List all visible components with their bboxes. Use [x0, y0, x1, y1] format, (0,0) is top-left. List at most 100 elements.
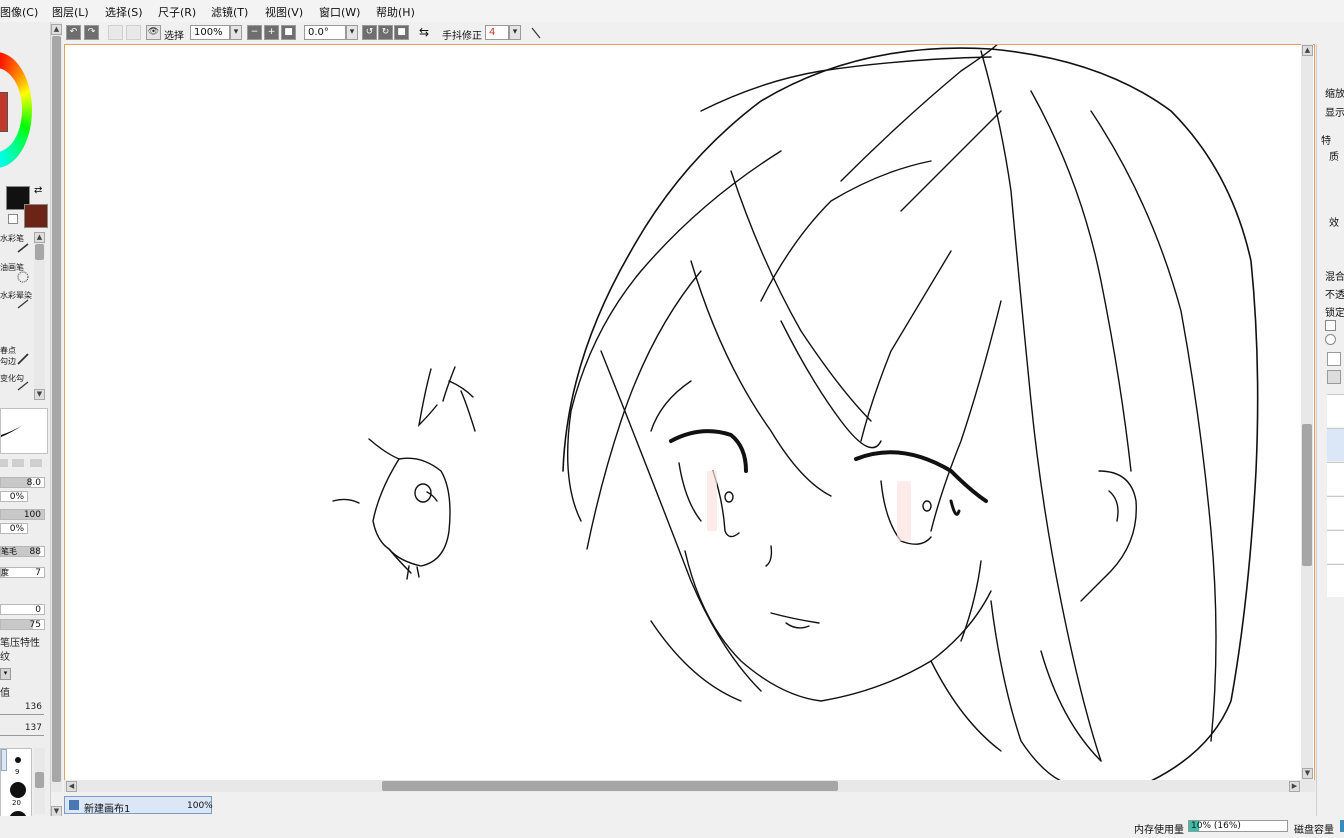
scroll-left-icon[interactable]: ◀ [66, 781, 77, 792]
memory-usage-label: 内存使用量 [1134, 825, 1184, 836]
menu-select[interactable]: 选择(S) [105, 4, 143, 20]
blend-mode-label: 混合 [1325, 272, 1344, 283]
layer-row-active[interactable] [1327, 428, 1344, 461]
stabilizer-field[interactable]: 4 [485, 25, 509, 40]
zoom-reset-icon[interactable]: ■ [281, 25, 296, 40]
min-size-slider[interactable]: 0% [0, 491, 28, 502]
bristle-slider[interactable]: 88 笔毛 [0, 546, 45, 557]
menu-filter[interactable]: 滤镜(T) [211, 4, 248, 20]
scroll-up-icon[interactable]: ▲ [34, 232, 45, 243]
canvas-tab-zoom: 100% [187, 801, 213, 811]
stabilizer-dropdown-icon[interactable]: ▾ [509, 25, 521, 40]
navigator-layer-panel: 缩放 显示 特 质 效 混合 不透 锁定 [1316, 44, 1344, 838]
layer-row[interactable] [1327, 496, 1344, 529]
scroll-up-icon[interactable]: ▲ [1302, 45, 1313, 56]
rotation-dropdown-icon[interactable]: ▾ [346, 25, 358, 40]
menu-layer[interactable]: 图层(L) [52, 4, 89, 20]
redo-icon[interactable]: ↷ [84, 25, 99, 40]
value-137: 137 [24, 723, 42, 733]
straight-line-icon[interactable] [530, 26, 542, 40]
toolbar: ↶ ↷ 👁 选择 100% ▾ − + ■ 0.0° ▾ ↺ ↻ ■ ⇆ 手抖修… [62, 22, 1344, 44]
scroll-right-icon[interactable]: ▶ [1289, 781, 1300, 792]
undo-icon[interactable]: ↶ [66, 25, 81, 40]
rotate-reset-icon[interactable]: ■ [394, 25, 409, 40]
tool-list-scrollbar[interactable] [34, 232, 45, 396]
texture-strength-slider[interactable]: 7度 [0, 567, 45, 578]
option-radio[interactable] [1325, 334, 1336, 345]
density-slider[interactable]: 100 [0, 509, 45, 520]
quality-label: 质 [1329, 152, 1339, 163]
menu-image[interactable]: 图像(C) [0, 4, 38, 20]
color-wheel[interactable] [0, 52, 32, 168]
disk-capacity-label: 磁盘容量 [1294, 825, 1334, 836]
brush-size-slider[interactable]: 8.0 [0, 477, 45, 488]
deselect-button[interactable] [108, 25, 123, 40]
scroll-down-icon[interactable]: ▼ [1302, 768, 1313, 779]
menu-window[interactable]: 窗口(W) [319, 4, 360, 20]
rotate-right-icon[interactable]: ↻ [378, 25, 393, 40]
pressure-label[interactable]: 笔压特性 [0, 634, 40, 649]
layer-folder-icon[interactable] [1327, 370, 1341, 384]
value-136: 136 [24, 702, 42, 712]
tool-item-label[interactable]: 春点 [0, 345, 16, 356]
canvas-thumbnail-icon [69, 800, 79, 810]
menu-view[interactable]: 视图(V) [265, 4, 303, 20]
opacity-label: 不透 [1325, 290, 1344, 301]
stabilizer-label: 手抖修正 [442, 31, 482, 42]
canvas-tab-name: 新建画布1 [84, 804, 131, 815]
layer-row[interactable] [1327, 530, 1344, 563]
menu-help[interactable]: 帮助(H) [376, 4, 415, 20]
memory-usage-bar: 10% (16%) [1188, 820, 1288, 832]
marker-icon [17, 381, 29, 391]
transparent-color-icon[interactable] [8, 214, 18, 224]
flip-icon[interactable]: ⇆ [419, 25, 429, 39]
dropdown-icon[interactable]: ▾ [0, 668, 11, 680]
zoom-in-icon[interactable]: + [264, 25, 279, 40]
new-layer-icon[interactable] [1327, 352, 1341, 366]
scroll-up-icon[interactable]: ▲ [51, 24, 62, 35]
eye-icon[interactable]: 👁 [146, 25, 161, 40]
pencil-icon [17, 299, 29, 309]
lock-checkbox[interactable] [1325, 320, 1336, 331]
brush-size-scrollbar[interactable] [34, 748, 45, 814]
layer-row[interactable] [1327, 394, 1344, 427]
effect-label: 效 [1329, 218, 1339, 229]
select-label: 选择 [164, 31, 184, 42]
canvas-horizontal-scrollbar[interactable] [64, 780, 1315, 792]
rotation-field[interactable]: 0.0° [304, 25, 346, 40]
zoom-dropdown-icon[interactable]: ▾ [230, 25, 242, 40]
effects-section-label[interactable]: 特 [1321, 132, 1331, 147]
tool-item-label[interactable]: 勾边 [0, 356, 16, 367]
status-bar: 内存使用量 10% (16%) 磁盘容量 [0, 816, 1344, 838]
layer-row[interactable] [1327, 462, 1344, 495]
line-art-drawing [332, 45, 1259, 782]
brush-icon [17, 243, 29, 253]
min-density-slider[interactable]: 0% [0, 523, 28, 534]
tool-panel: ⇄ ▲ ▼ 水彩笔 油画笔 水彩晕染 春点 勾边 变化勾 8.0 0% 100 … [0, 22, 51, 838]
dilution-slider[interactable]: 75 [0, 619, 45, 630]
zoom-field[interactable]: 100% [190, 25, 230, 40]
display-label: 显示 [1325, 108, 1344, 119]
blend-slider[interactable]: 0 [0, 604, 45, 615]
canvas-tab[interactable]: 新建画布1 100% [64, 796, 213, 815]
menu-ruler[interactable]: 尺子(R) [158, 4, 196, 20]
menu-bar: 图像(C) 图层(L) 选择(S) 尺子(R) 滤镜(T) 视图(V) 窗口(W… [0, 0, 1344, 23]
secondary-color-swatch[interactable] [24, 204, 48, 228]
lock-label: 锁定 [1325, 308, 1344, 319]
brush-texture-strip[interactable] [0, 459, 46, 467]
swap-colors-icon[interactable]: ⇄ [34, 185, 42, 196]
rotate-left-icon[interactable]: ↺ [362, 25, 377, 40]
pen-icon [17, 353, 29, 365]
canvas-vertical-scrollbar[interactable] [1301, 44, 1313, 780]
airbrush-icon [17, 271, 29, 283]
zoom-label: 缩放 [1325, 89, 1344, 100]
invert-selection-button[interactable] [126, 25, 141, 40]
texture-label[interactable]: 纹 [0, 648, 10, 663]
panel-scrollbar[interactable] [51, 22, 62, 792]
layer-row[interactable] [1327, 564, 1344, 597]
zoom-out-icon[interactable]: − [247, 25, 262, 40]
drawing-canvas[interactable] [64, 44, 1315, 792]
scroll-down-icon[interactable]: ▼ [34, 389, 45, 400]
brush-shape-preview [0, 408, 48, 454]
disk-capacity-bar [1340, 820, 1344, 832]
